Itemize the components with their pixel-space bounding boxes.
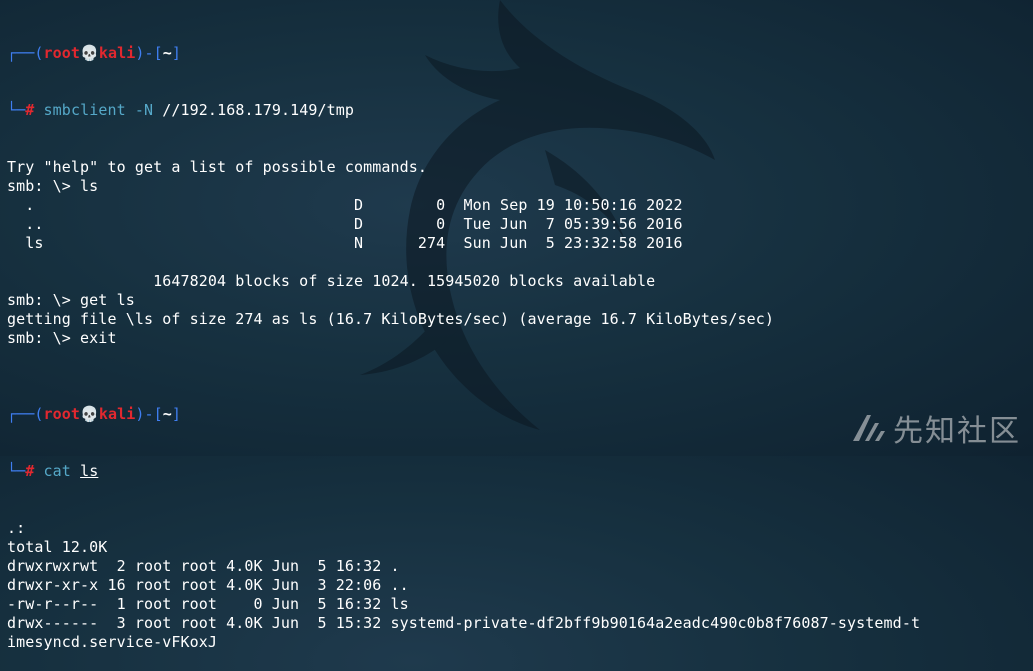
output-line: getting file \ls of size 274 as ls (16.7… bbox=[7, 310, 774, 328]
prompt-cwd: ~ bbox=[162, 405, 172, 423]
skull-icon: 💀 bbox=[80, 44, 99, 62]
command-line-1: └─# smbclient -N //192.168.179.149/tmp bbox=[7, 101, 355, 119]
output-line: drwxrwxrwt 2 root root 4.0K Jun 5 16:32 … bbox=[7, 557, 400, 575]
smb-output: Try "help" to get a list of possible com… bbox=[7, 158, 1033, 367]
xianzhi-logo-icon bbox=[853, 415, 885, 441]
output-line: smb: \> get ls bbox=[7, 291, 135, 309]
cat-output: .: total 12.0K drwxrwxrwt 2 root root 4.0K… bbox=[7, 519, 1033, 652]
output-line: .: bbox=[7, 519, 26, 537]
output-line: drwxr-xr-x 16 root root 4.0K Jun 3 22:06… bbox=[7, 576, 409, 594]
output-line: imesyncd.service-vFKoxJ bbox=[7, 633, 218, 651]
output-line: -rw-r--r-- 1 root root 0 Jun 5 16:32 ls bbox=[7, 595, 409, 613]
xianzhi-watermark: 先知社区 bbox=[849, 406, 1021, 450]
command-flag: -N bbox=[134, 101, 154, 119]
prompt-user: root bbox=[43, 44, 81, 62]
output-line: . D 0 Mon Sep 19 10:50:16 2022 bbox=[7, 196, 683, 214]
terminal-output: ┌──(root💀kali)-[~] └─# smbclient -N //19… bbox=[7, 6, 1033, 651]
skull-icon: 💀 bbox=[80, 405, 99, 423]
prompt-user: root bbox=[43, 405, 81, 423]
watermark-text: 先知社区 bbox=[893, 414, 1021, 449]
output-line: total 12.0K bbox=[7, 538, 108, 556]
command-name: cat bbox=[43, 462, 71, 480]
prompt-cwd: ~ bbox=[162, 44, 172, 62]
output-line: smb: \> exit bbox=[7, 329, 117, 347]
output-line: drwx------ 3 root root 4.0K Jun 5 15:32 … bbox=[7, 614, 921, 632]
output-line: smb: \> ls bbox=[7, 177, 99, 195]
output-line: Try "help" to get a list of possible com… bbox=[7, 158, 428, 176]
prompt-host: kali bbox=[98, 44, 136, 62]
prompt-line-1: ┌──(root💀kali)-[~] bbox=[7, 44, 182, 62]
prompt-host: kali bbox=[98, 405, 136, 423]
output-line: ls N 274 Sun Jun 5 23:32:58 2016 bbox=[7, 234, 683, 252]
command-arg: ls bbox=[80, 462, 99, 480]
command-line-2: └─# cat ls bbox=[7, 462, 99, 480]
command-arg: //192.168.179.149/tmp bbox=[162, 101, 355, 119]
output-line: .. D 0 Tue Jun 7 05:39:56 2016 bbox=[7, 215, 683, 233]
command-name: smbclient bbox=[43, 101, 126, 119]
output-line: 16478204 blocks of size 1024. 15945020 b… bbox=[7, 272, 656, 290]
